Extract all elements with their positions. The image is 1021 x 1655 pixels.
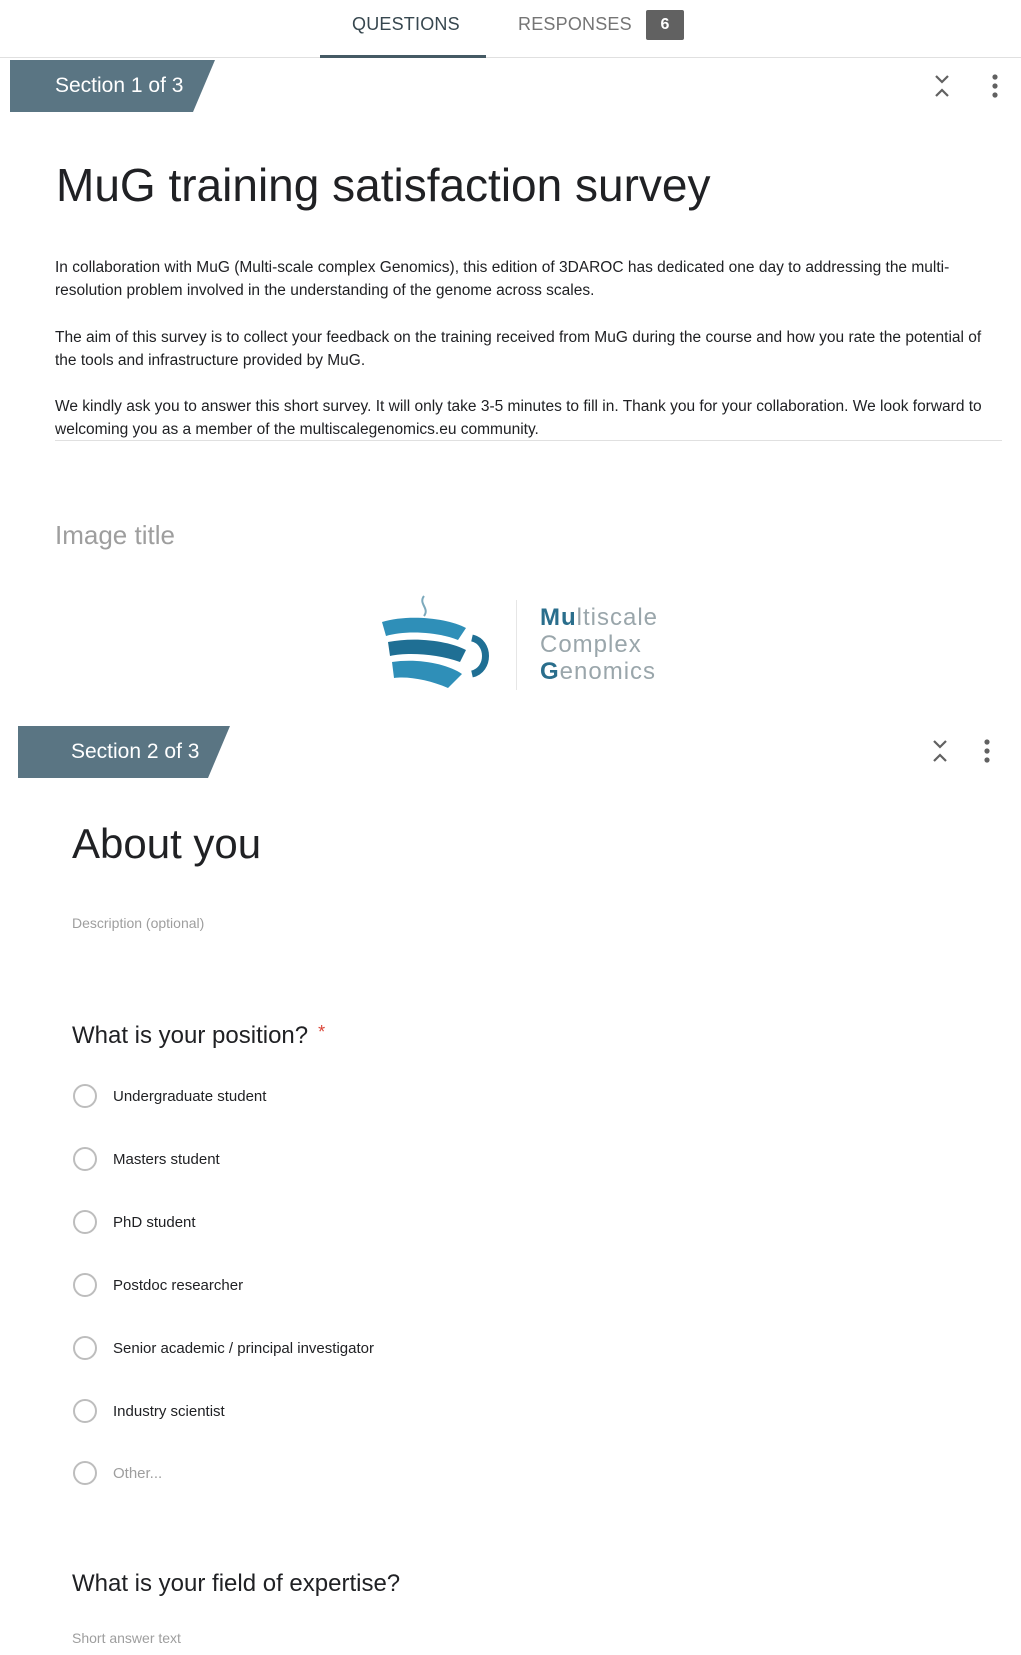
option-label: Postdoc researcher <box>113 1276 244 1294</box>
section-1-label: Section 1 of 3 <box>55 74 184 97</box>
radio-button[interactable] <box>73 1084 97 1108</box>
logo-divider <box>516 600 517 690</box>
required-marker: * <box>318 1022 326 1042</box>
option-label-other: Other... <box>113 1464 163 1482</box>
image-title-input[interactable]: Image title <box>55 520 175 551</box>
radio-button[interactable] <box>73 1147 97 1171</box>
question-title[interactable]: What is your field of expertise? <box>72 1570 400 1598</box>
radio-option[interactable]: Masters student <box>73 1147 220 1171</box>
section-2-header: Section 2 of 3 <box>18 726 998 778</box>
responses-count-badge: 6 <box>646 10 684 40</box>
top-tabs: QUESTIONS RESPONSES 6 <box>0 0 1021 58</box>
option-label: Masters student <box>113 1150 220 1168</box>
tab-responses[interactable]: RESPONSES <box>518 14 632 35</box>
radio-button[interactable] <box>73 1210 97 1234</box>
section-1-tools <box>930 72 1000 100</box>
form-title[interactable]: MuG training satisfaction survey <box>56 158 711 212</box>
tab-questions[interactable]: QUESTIONS <box>352 14 460 35</box>
radio-option[interactable]: Senior academic / principal investigator <box>73 1336 374 1360</box>
collapse-icon[interactable] <box>930 72 954 100</box>
form-description-paragraph[interactable]: In collaboration with MuG (Multi-scale c… <box>55 256 995 302</box>
active-tab-indicator <box>320 55 486 58</box>
mug-logo: Multiscale Complex Genomics <box>378 592 678 702</box>
option-label: PhD student <box>113 1213 196 1231</box>
section-2-tools <box>928 737 992 765</box>
option-label: Senior academic / principal investigator <box>113 1339 374 1357</box>
form-description-paragraph[interactable]: The aim of this survey is to collect you… <box>55 326 995 372</box>
radio-option-other[interactable]: Other... <box>73 1461 162 1485</box>
radio-button[interactable] <box>73 1273 97 1297</box>
radio-button[interactable] <box>73 1336 97 1360</box>
question-title[interactable]: What is your position? * <box>72 1022 325 1050</box>
radio-option[interactable]: Undergraduate student <box>73 1084 266 1108</box>
radio-option[interactable]: Industry scientist <box>73 1399 225 1423</box>
mug-logo-icon <box>382 595 489 688</box>
short-answer-field[interactable]: Short answer text <box>72 1630 181 1646</box>
more-vert-icon[interactable] <box>990 73 1000 99</box>
option-label: Industry scientist <box>113 1402 225 1420</box>
section-2-description-input[interactable]: Description (optional) <box>72 915 204 931</box>
section-2-label: Section 2 of 3 <box>71 740 200 763</box>
form-description-paragraph[interactable]: We kindly ask you to answer this short s… <box>55 395 995 441</box>
section-1-header: Section 1 of 3 <box>10 60 990 112</box>
mug-logo-wordmark: Multiscale Complex Genomics <box>540 604 659 685</box>
collapse-icon[interactable] <box>928 737 952 765</box>
radio-button[interactable] <box>73 1399 97 1423</box>
radio-option[interactable]: PhD student <box>73 1210 196 1234</box>
radio-option[interactable]: Postdoc researcher <box>73 1273 243 1297</box>
more-vert-icon[interactable] <box>982 738 992 764</box>
section-2-title[interactable]: About you <box>72 820 261 868</box>
radio-button[interactable] <box>73 1461 97 1485</box>
description-underline <box>55 440 1002 441</box>
option-label: Undergraduate student <box>113 1087 267 1105</box>
